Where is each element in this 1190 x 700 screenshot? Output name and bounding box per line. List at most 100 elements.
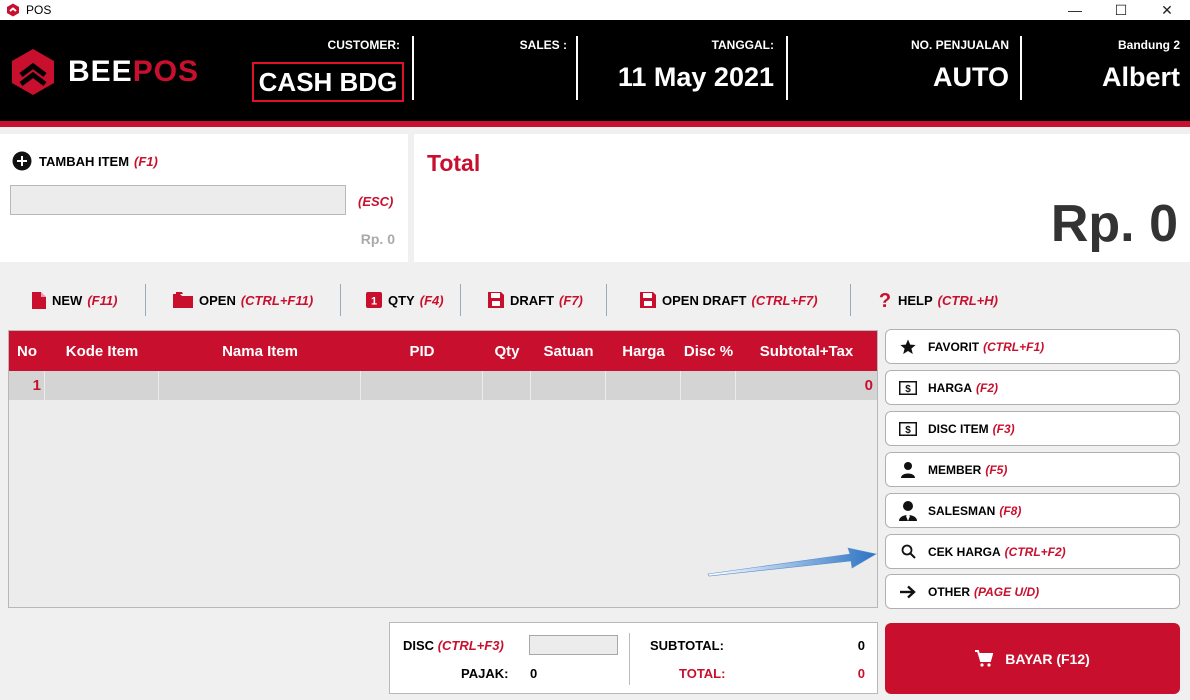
draft-shortcut: (F7)	[559, 292, 583, 308]
member-button[interactable]: MEMBER (F5)	[885, 452, 1180, 487]
salesman-label: SALESMAN	[928, 503, 996, 518]
favorit-button[interactable]: FAVORIT (CTRL+F1)	[885, 329, 1180, 364]
cell-pid[interactable]	[361, 371, 483, 400]
subtotal-value: 0	[857, 638, 865, 653]
total-panel: Total Rp. 0	[414, 134, 1190, 262]
disc-item-shortcut: (F3)	[992, 421, 1015, 436]
favorit-shortcut: (CTRL+F1)	[983, 339, 1045, 354]
table-row[interactable]: 1 0	[9, 371, 877, 400]
cell-subtotal: 0	[864, 377, 873, 394]
disc-label-text: DISC	[403, 638, 435, 653]
svg-text:$: $	[905, 425, 911, 436]
new-button[interactable]: NEW (F11)	[32, 280, 117, 320]
date-label: TANGGAL:	[711, 38, 774, 52]
cell-qty[interactable]	[483, 371, 531, 400]
column-header-satuan[interactable]: Satuan	[531, 331, 606, 371]
column-header-subtotal[interactable]: Subtotal+Tax	[736, 331, 877, 371]
harga-label: HARGA	[928, 380, 972, 395]
draft-button[interactable]: DRAFT (F7)	[488, 280, 583, 320]
toolbar-divider	[606, 284, 607, 316]
summary-panel: DISC (CTRL+F3) PAJAK: 0 SUBTOTAL: 0 TOTA…	[389, 622, 878, 694]
disc-item-button[interactable]: $ DISC ITEM (F3)	[885, 411, 1180, 446]
customer-section: CUSTOMER:	[258, 38, 400, 52]
beepos-logo: BEEPOS	[10, 48, 199, 96]
open-label: OPEN	[199, 292, 236, 308]
shopping-cart-icon	[975, 650, 994, 667]
salesman-button[interactable]: SALESMAN (F8)	[885, 493, 1180, 528]
cell-satuan[interactable]	[531, 371, 606, 400]
plus-circle-icon	[12, 151, 32, 171]
price-tag-icon: $	[899, 421, 917, 436]
disc-item-label: DISC ITEM	[928, 421, 989, 436]
minimize-button[interactable]: —	[1052, 0, 1098, 20]
disc-label: DISC (CTRL+F3)	[403, 638, 504, 653]
cell-nama-item[interactable]	[159, 371, 361, 400]
cek-harga-label: CEK HARGA	[928, 544, 1001, 559]
qty-number-icon: 1	[366, 292, 382, 308]
column-header-kode-item[interactable]: Kode Item	[45, 331, 159, 371]
harga-shortcut: (F2)	[976, 380, 998, 395]
search-icon	[901, 544, 916, 559]
close-button[interactable]: ✕	[1144, 0, 1190, 20]
help-label: HELP	[898, 292, 933, 308]
column-header-pid[interactable]: PID	[361, 331, 483, 371]
open-button[interactable]: OPEN (CTRL+F11)	[173, 280, 313, 320]
column-header-nama-item[interactable]: Nama Item	[159, 331, 361, 371]
bayar-button[interactable]: BAYAR (F12)	[885, 623, 1180, 694]
logo-text-red: POS	[132, 55, 200, 88]
add-item-input[interactable]	[10, 185, 346, 215]
other-shortcut: (PAGE U/D)	[974, 584, 1040, 599]
help-button[interactable]: ? HELP (CTRL+H)	[878, 280, 998, 320]
cell-disc[interactable]	[681, 371, 736, 400]
grand-total-label: TOTAL:	[679, 666, 726, 681]
cek-harga-button[interactable]: CEK HARGA (CTRL+F2)	[885, 534, 1180, 569]
save-icon	[640, 292, 656, 308]
toolbar-divider	[460, 284, 461, 316]
column-header-harga[interactable]: Harga	[606, 331, 681, 371]
cashier-name: Albert	[1101, 62, 1180, 92]
cell-kode-item[interactable]	[45, 371, 159, 400]
table-header: No Kode Item Nama Item PID Qty Satuan Ha…	[9, 331, 877, 371]
harga-button[interactable]: $ HARGA (F2)	[885, 370, 1180, 405]
add-item-label: TAMBAH ITEM	[39, 153, 130, 169]
add-item-heading: TAMBAH ITEM (F1)	[12, 151, 158, 171]
sales-label: SALES :	[519, 38, 567, 52]
sale-number-label: NO. PENJUALAN	[910, 38, 1009, 52]
pajak-value: 0	[530, 666, 538, 681]
question-icon: ?	[879, 290, 891, 310]
disc-shortcut: (CTRL+F3)	[437, 638, 504, 653]
disc-input[interactable]	[529, 635, 618, 655]
window-title: POS	[26, 3, 52, 17]
cell-harga[interactable]	[606, 371, 681, 400]
logo-hexagon-icon	[12, 49, 54, 95]
date-value: 11 May 2021	[617, 62, 774, 92]
qty-shortcut: (F4)	[419, 292, 444, 308]
customer-field[interactable]: CASH BDG	[252, 62, 404, 102]
favorit-label: FAVORIT	[928, 339, 980, 354]
svg-text:?: ?	[879, 290, 891, 310]
folder-icon	[173, 292, 193, 308]
total-value: Rp. 0	[1050, 195, 1178, 253]
other-button[interactable]: OTHER (PAGE U/D)	[885, 574, 1180, 609]
maximize-button[interactable]: ☐	[1098, 0, 1144, 20]
arrow-right-icon	[900, 585, 916, 598]
member-shortcut: (F5)	[985, 462, 1008, 477]
column-header-no[interactable]: No	[9, 331, 45, 371]
column-header-qty[interactable]: Qty	[483, 331, 531, 371]
add-item-panel: TAMBAH ITEM (F1) (ESC) Rp. 0	[0, 134, 408, 262]
sales-section[interactable]: SALES :	[430, 38, 567, 62]
column-header-disc[interactable]: Disc %	[681, 331, 736, 371]
save-icon	[488, 292, 504, 308]
subtotal-label: SUBTOTAL:	[650, 638, 724, 653]
open-draft-button[interactable]: OPEN DRAFT (CTRL+F7)	[640, 280, 818, 320]
help-shortcut: (CTRL+H)	[937, 292, 998, 308]
logo-text-white: BEE	[68, 55, 133, 88]
item-price: Rp. 0	[360, 231, 395, 247]
qty-button[interactable]: 1 QTY (F4)	[366, 280, 444, 320]
pajak-label: PAJAK:	[461, 666, 509, 681]
cashier-section: Bandung 2 Albert	[1040, 38, 1180, 93]
action-toolbar: NEW (F11) OPEN (CTRL+F11) 1 QTY (F4) DRAFT(…	[0, 280, 1190, 320]
document-icon	[32, 291, 46, 309]
member-label: MEMBER	[928, 462, 982, 477]
star-icon	[900, 339, 916, 354]
